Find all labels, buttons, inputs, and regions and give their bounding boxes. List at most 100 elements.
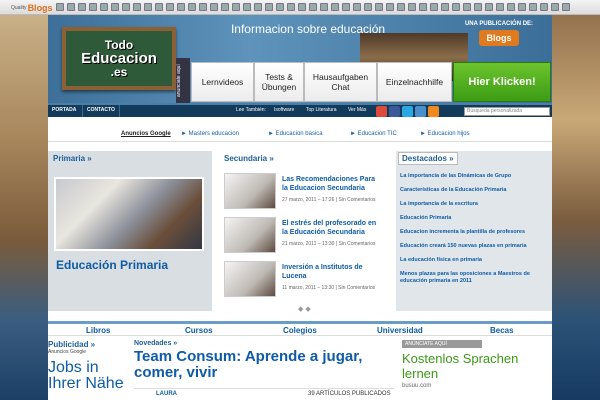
publisher-logo[interactable]: Blogs <box>479 30 519 46</box>
blog-icon[interactable] <box>441 3 449 11</box>
primaria-heading[interactable]: Primaria » <box>53 154 92 163</box>
ad-link-masters[interactable]: ► Masters educacion <box>181 131 239 137</box>
social-icon[interactable] <box>415 106 426 117</box>
blog-icon[interactable] <box>276 3 284 11</box>
article-thumbnail[interactable] <box>224 217 276 253</box>
blog-icon[interactable] <box>507 3 515 11</box>
blog-icon[interactable] <box>485 3 493 11</box>
jobs-ad-link[interactable]: Jobs in Ihrer Nähe <box>48 360 128 392</box>
category-cursos[interactable]: Cursos <box>185 326 213 335</box>
blog-icon[interactable] <box>298 3 306 11</box>
quality-blogs-logo[interactable]: Quality Blogs <box>11 1 53 14</box>
site-logo-chalkboard[interactable]: Todo Educacion .es <box>62 27 176 90</box>
advertise-label[interactable]: ANÚNCIATE AQUÍ <box>402 340 482 348</box>
secundaria-heading[interactable]: Secundaria » <box>224 154 274 163</box>
ad-button-tests[interactable]: Tests & Übungen <box>254 62 304 102</box>
blog-icon[interactable] <box>243 3 251 11</box>
blog-icon[interactable] <box>540 3 548 11</box>
blog-icon[interactable] <box>320 3 328 11</box>
lee-link-isoftware[interactable]: Isoftware <box>274 107 294 113</box>
list-item[interactable]: Las Recomendaciones Para la Educacion Se… <box>222 173 382 211</box>
blog-icon[interactable] <box>89 3 97 11</box>
article-thumbnail[interactable] <box>224 173 276 209</box>
blog-icon[interactable] <box>177 3 185 11</box>
ad-link-basica[interactable]: ► Educacion basica <box>268 131 323 137</box>
destacado-link[interactable]: La importancia de las Dinámicas de Grupo <box>400 173 548 180</box>
blog-icon[interactable] <box>529 3 537 11</box>
rss-icon[interactable] <box>428 106 439 117</box>
blog-icon[interactable] <box>562 3 570 11</box>
blog-icon[interactable] <box>133 3 141 11</box>
blog-icon[interactable] <box>100 3 108 11</box>
blog-icon[interactable] <box>331 3 339 11</box>
advertise-vertical-label[interactable]: anunciate aquí <box>176 58 190 103</box>
ad-button-einzelnachhilfe[interactable]: Einzelnachhilfe <box>377 62 452 102</box>
ad-url[interactable]: busuu.com <box>402 383 552 389</box>
blog-icon[interactable] <box>463 3 471 11</box>
list-item[interactable]: El estrés del profesorado en la Educació… <box>222 217 382 255</box>
ad-link-tic[interactable]: ► Educacion TIC <box>350 131 397 137</box>
blog-icon[interactable] <box>56 3 64 11</box>
blog-icon[interactable] <box>287 3 295 11</box>
publicidad-heading[interactable]: Publicidad » <box>48 340 128 349</box>
blog-icon[interactable] <box>364 3 372 11</box>
blog-icon[interactable] <box>210 3 218 11</box>
ad-link-hijos[interactable]: ► Educacion hijos <box>420 131 470 137</box>
ad-button-hier-klicken[interactable]: Hier Klicken! <box>453 62 551 102</box>
destacado-link[interactable]: Educación creará 150 nuevas plazas en pr… <box>400 243 548 250</box>
blog-icon[interactable] <box>551 3 559 11</box>
blog-icon[interactable] <box>386 3 394 11</box>
blog-icon[interactable] <box>474 3 482 11</box>
blog-icon[interactable] <box>67 3 75 11</box>
destacado-link[interactable]: La educación física en primaria <box>400 257 548 264</box>
blog-icon[interactable] <box>452 3 460 11</box>
novedades-heading[interactable]: Novedades » <box>134 340 394 347</box>
blog-icon[interactable] <box>78 3 86 11</box>
nav-portada[interactable]: PORTADA <box>52 107 76 113</box>
blog-icon[interactable] <box>419 3 427 11</box>
blog-icon[interactable] <box>254 3 262 11</box>
blog-icon[interactable] <box>221 3 229 11</box>
article-thumbnail[interactable] <box>224 261 276 297</box>
blog-icon[interactable] <box>188 3 196 11</box>
destacado-link[interactable]: Educación Primaria <box>400 215 548 222</box>
blog-icon[interactable] <box>408 3 416 11</box>
list-item[interactable]: Inversión a Institutos de Lucena 11 marz… <box>222 261 382 299</box>
blog-icon[interactable] <box>199 3 207 11</box>
article-title[interactable]: Las Recomendaciones Para la Educacion Se… <box>282 175 382 193</box>
category-universidad[interactable]: Universidad <box>377 326 423 335</box>
blog-icon[interactable] <box>309 3 317 11</box>
destacado-link[interactable]: Menos plazas para las oposiciones a Maes… <box>400 271 548 285</box>
blog-icon[interactable] <box>111 3 119 11</box>
blog-icon[interactable] <box>496 3 504 11</box>
lee-link-ver-mas[interactable]: Ver Más <box>348 107 366 113</box>
ad-button-lernvideos[interactable]: Lernvideos <box>191 62 254 102</box>
blog-icon[interactable] <box>122 3 130 11</box>
destacados-heading[interactable]: Destacados » <box>398 152 458 165</box>
ad-text-link[interactable]: Kostenlos Sprachen lernen <box>402 351 552 381</box>
primaria-caption[interactable]: Educación Primaria <box>56 258 168 272</box>
blog-icon[interactable] <box>353 3 361 11</box>
destacado-link[interactable]: Educacion incrementa la plantilla de pro… <box>400 229 548 236</box>
blog-icon[interactable] <box>518 3 526 11</box>
twitter-icon[interactable] <box>402 106 413 117</box>
blog-icon[interactable] <box>430 3 438 11</box>
blog-icon[interactable] <box>144 3 152 11</box>
blog-icon[interactable] <box>232 3 240 11</box>
category-libros[interactable]: Libros <box>86 326 110 335</box>
category-colegios[interactable]: Colegios <box>283 326 317 335</box>
search-input[interactable]: Búsqueda personalizada <box>464 107 550 116</box>
article-title[interactable]: Inversión a Institutos de Lucena <box>282 263 382 281</box>
blog-icon[interactable] <box>375 3 383 11</box>
blog-icon[interactable] <box>265 3 273 11</box>
google-plus-icon[interactable] <box>376 106 387 117</box>
blog-icon[interactable] <box>166 3 174 11</box>
blog-icon[interactable] <box>342 3 350 11</box>
facebook-icon[interactable] <box>389 106 400 117</box>
article-title[interactable]: El estrés del profesorado en la Educació… <box>282 219 382 237</box>
ad-button-hausaufgaben[interactable]: Hausaufgaben Chat <box>304 62 377 102</box>
blog-icon[interactable] <box>397 3 405 11</box>
destacado-link[interactable]: La importancia de la escritura <box>400 201 548 208</box>
category-becas[interactable]: Becas <box>490 326 514 335</box>
carousel-arrows[interactable]: ◆ ◆ <box>298 305 311 313</box>
